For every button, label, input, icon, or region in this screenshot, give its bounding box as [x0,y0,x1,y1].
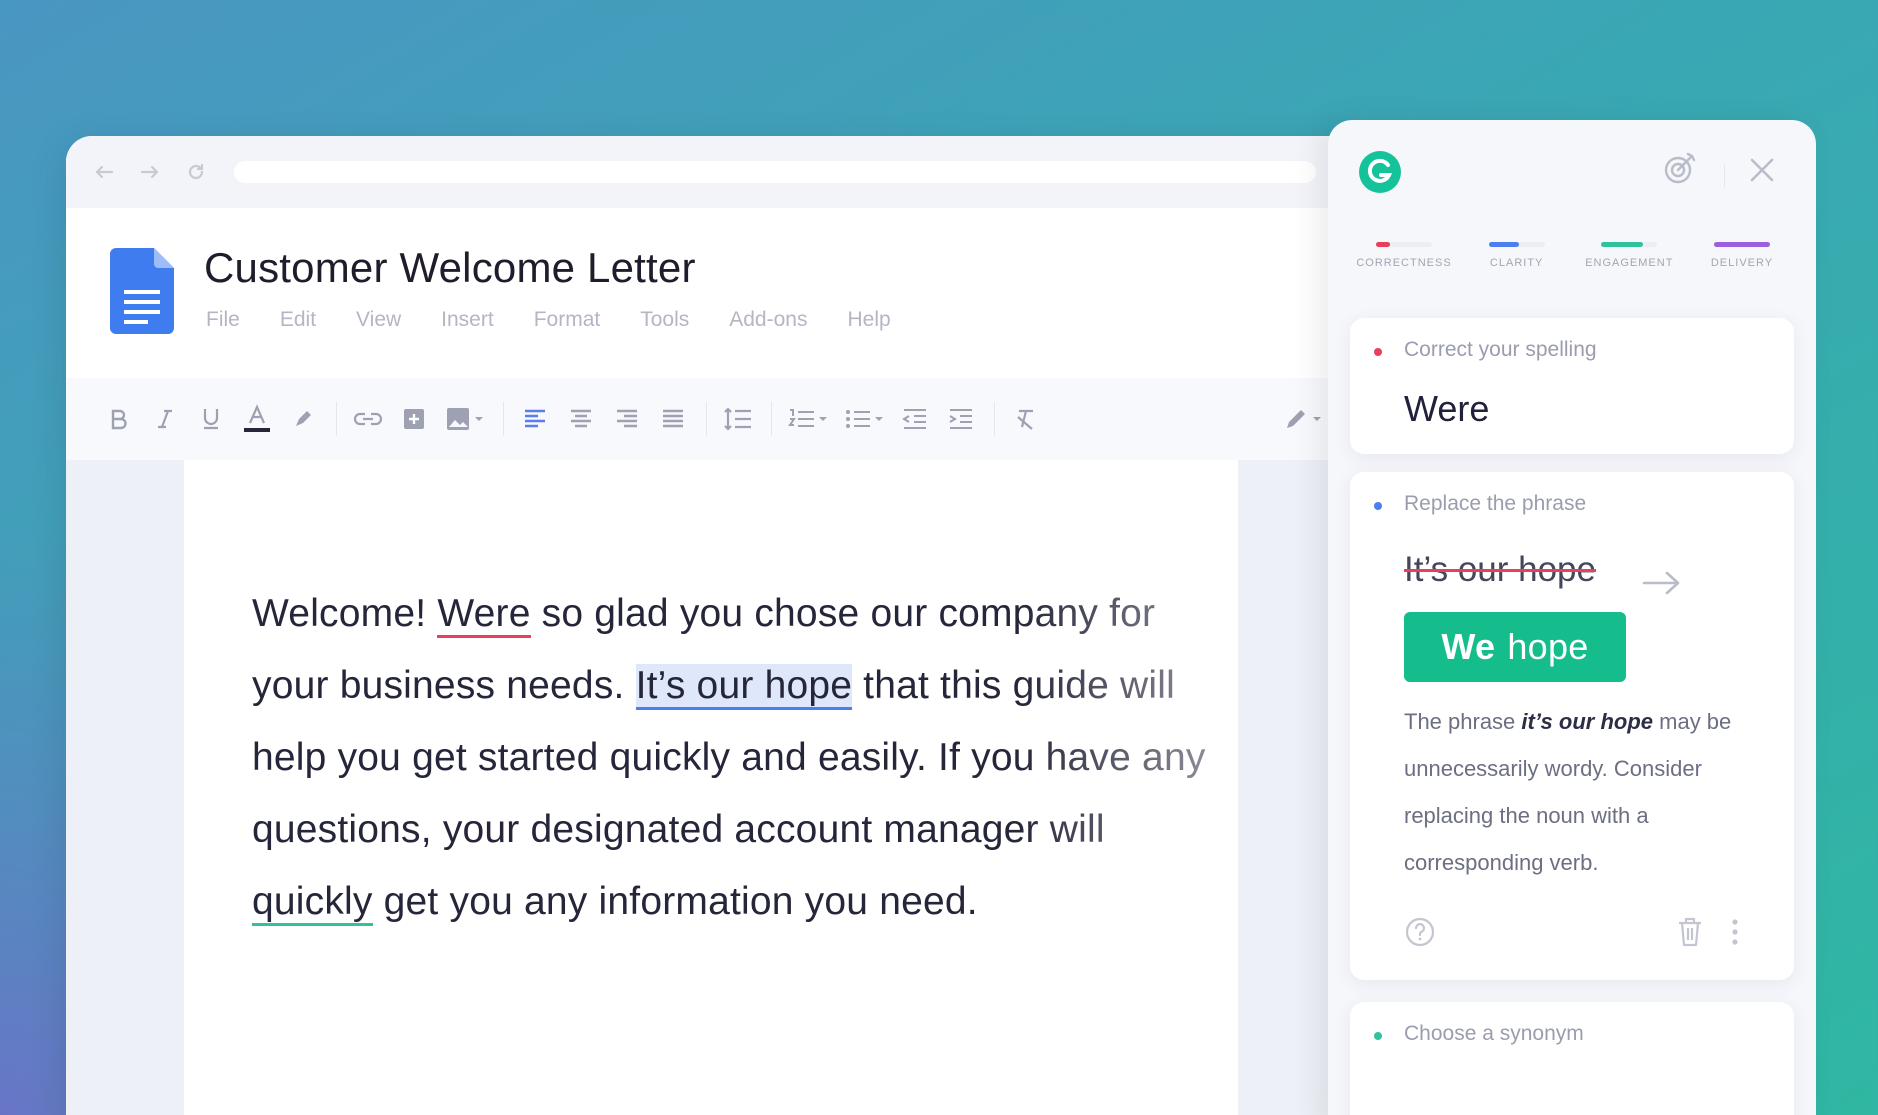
menu-addons[interactable]: Add-ons [729,308,807,332]
status-dot-red [1374,348,1382,356]
address-bar [66,136,1356,208]
category-label: CORRECTNESS [1356,257,1452,269]
text-color-icon[interactable] [240,402,274,436]
card-title: Replace the phrase [1404,492,1587,515]
more-options-icon[interactable] [1730,916,1740,948]
align-right-icon[interactable] [610,402,644,436]
toolbar-divider [503,402,504,436]
category-label: ENGAGEMENT [1585,257,1674,269]
italic-icon[interactable] [148,402,182,436]
category-delivery[interactable]: DELIVERY [1686,242,1798,269]
highlighted-phrase[interactable]: It’s our hope [635,664,853,710]
correctness-bar-fill [1376,242,1390,247]
menu-file[interactable]: File [206,308,240,332]
help-question-icon[interactable] [1404,916,1436,948]
menu-tools[interactable]: Tools [640,308,689,332]
line-spacing-icon[interactable] [721,402,755,436]
toolbar-divider [706,402,707,436]
delivery-bar [1713,242,1770,247]
numbered-list-icon[interactable] [786,402,830,436]
reload-icon[interactable] [182,158,210,186]
card-title: Correct your spelling [1404,338,1597,361]
arrow-right-icon [1642,570,1682,596]
header-divider [1724,164,1725,188]
clarity-bar-fill [1488,242,1520,247]
card-title: Choose a synonym [1404,1022,1584,1045]
toolbar-divider [771,402,772,436]
back-arrow-icon[interactable] [90,158,118,186]
suggestion-rest: hope [1507,626,1589,667]
insert-image-icon[interactable] [443,402,487,436]
document-page[interactable]: Welcome! Were so glad you chose our comp… [184,460,1238,1115]
toolbar-divider [336,402,337,436]
menu-bar: File Edit View Insert Format Tools Add-o… [206,308,931,332]
explanation-pre: The phrase [1404,709,1522,734]
bulleted-list-icon[interactable] [842,402,886,436]
document-title[interactable]: Customer Welcome Letter [204,244,696,292]
engagement-bar [1601,242,1658,247]
score-categories: CORRECTNESS CLARITY ENGAGEMENT DELIVERY [1348,242,1798,269]
text-segment: Welcome! [252,592,438,635]
menu-insert[interactable]: Insert [441,308,494,332]
engagement-bar-fill [1601,242,1644,247]
explanation-text: The phrase it’s our hope may be unnecess… [1404,698,1764,886]
accept-suggestion-button[interactable]: We hope [1404,612,1626,682]
grammarly-panel: CORRECTNESS CLARITY ENGAGEMENT DELIVERY … [1328,120,1816,1115]
suggestion-card-synonym[interactable]: Choose a synonym [1350,1002,1794,1115]
bold-icon[interactable] [102,402,136,436]
format-toolbar [66,378,1356,460]
category-correctness[interactable]: CORRECTNESS [1348,242,1460,269]
correctness-bar [1376,242,1432,247]
close-icon[interactable] [1748,156,1776,184]
clarity-bar [1488,242,1545,247]
add-comment-icon[interactable] [397,402,431,436]
explanation-phrase: it’s our hope [1521,709,1654,734]
align-left-icon[interactable] [518,402,552,436]
misspelled-word: Were [1404,388,1490,429]
category-engagement[interactable]: ENGAGEMENT [1573,242,1685,269]
docs-file-icon [110,248,174,334]
original-phrase: It’s our hope [1404,550,1596,589]
clear-formatting-icon[interactable] [1009,402,1043,436]
card-footer [1404,916,1754,952]
delivery-bar-fill [1713,242,1770,247]
grammarly-logo-icon [1358,150,1402,194]
synonym-suggestion-word[interactable]: quickly [252,880,373,926]
increase-indent-icon[interactable] [944,402,978,436]
suggestion-card-spelling[interactable]: Correct your spelling Were [1350,318,1794,454]
decrease-indent-icon[interactable] [898,402,932,436]
status-dot-blue [1374,502,1382,510]
align-justify-icon[interactable] [656,402,690,436]
browser-window: Customer Welcome Letter File Edit View I… [66,136,1356,1115]
menu-help[interactable]: Help [847,308,890,332]
suggestion-bold-word: We [1441,626,1496,667]
link-icon[interactable] [351,402,385,436]
align-center-icon[interactable] [564,402,598,436]
url-field[interactable] [234,161,1316,183]
suggestion-card-wordy[interactable]: Replace the phrase It’s our hope We hope … [1350,472,1794,980]
menu-edit[interactable]: Edit [280,308,316,332]
toolbar-divider [994,402,995,436]
editing-mode-pencil-icon[interactable] [1282,402,1326,436]
dismiss-trash-icon[interactable] [1676,916,1704,948]
status-dot-green [1374,1032,1382,1040]
goals-target-icon[interactable] [1660,148,1700,188]
doc-header: Customer Welcome Letter File Edit View I… [66,208,1356,378]
highlight-pen-icon[interactable] [286,402,320,436]
text-segment: get you any information you need. [372,880,978,923]
underline-icon[interactable] [194,402,228,436]
menu-view[interactable]: View [356,308,401,332]
menu-format[interactable]: Format [534,308,601,332]
panel-header [1328,120,1816,260]
document-canvas: Welcome! Were so glad you chose our comp… [66,460,1356,1115]
spelling-error-word[interactable]: Were [437,592,531,638]
category-clarity[interactable]: CLARITY [1461,242,1573,269]
category-label: DELIVERY [1710,257,1774,269]
page-fade-overlay [1018,460,1238,1115]
category-label: CLARITY [1489,257,1544,269]
forward-arrow-icon[interactable] [136,158,164,186]
